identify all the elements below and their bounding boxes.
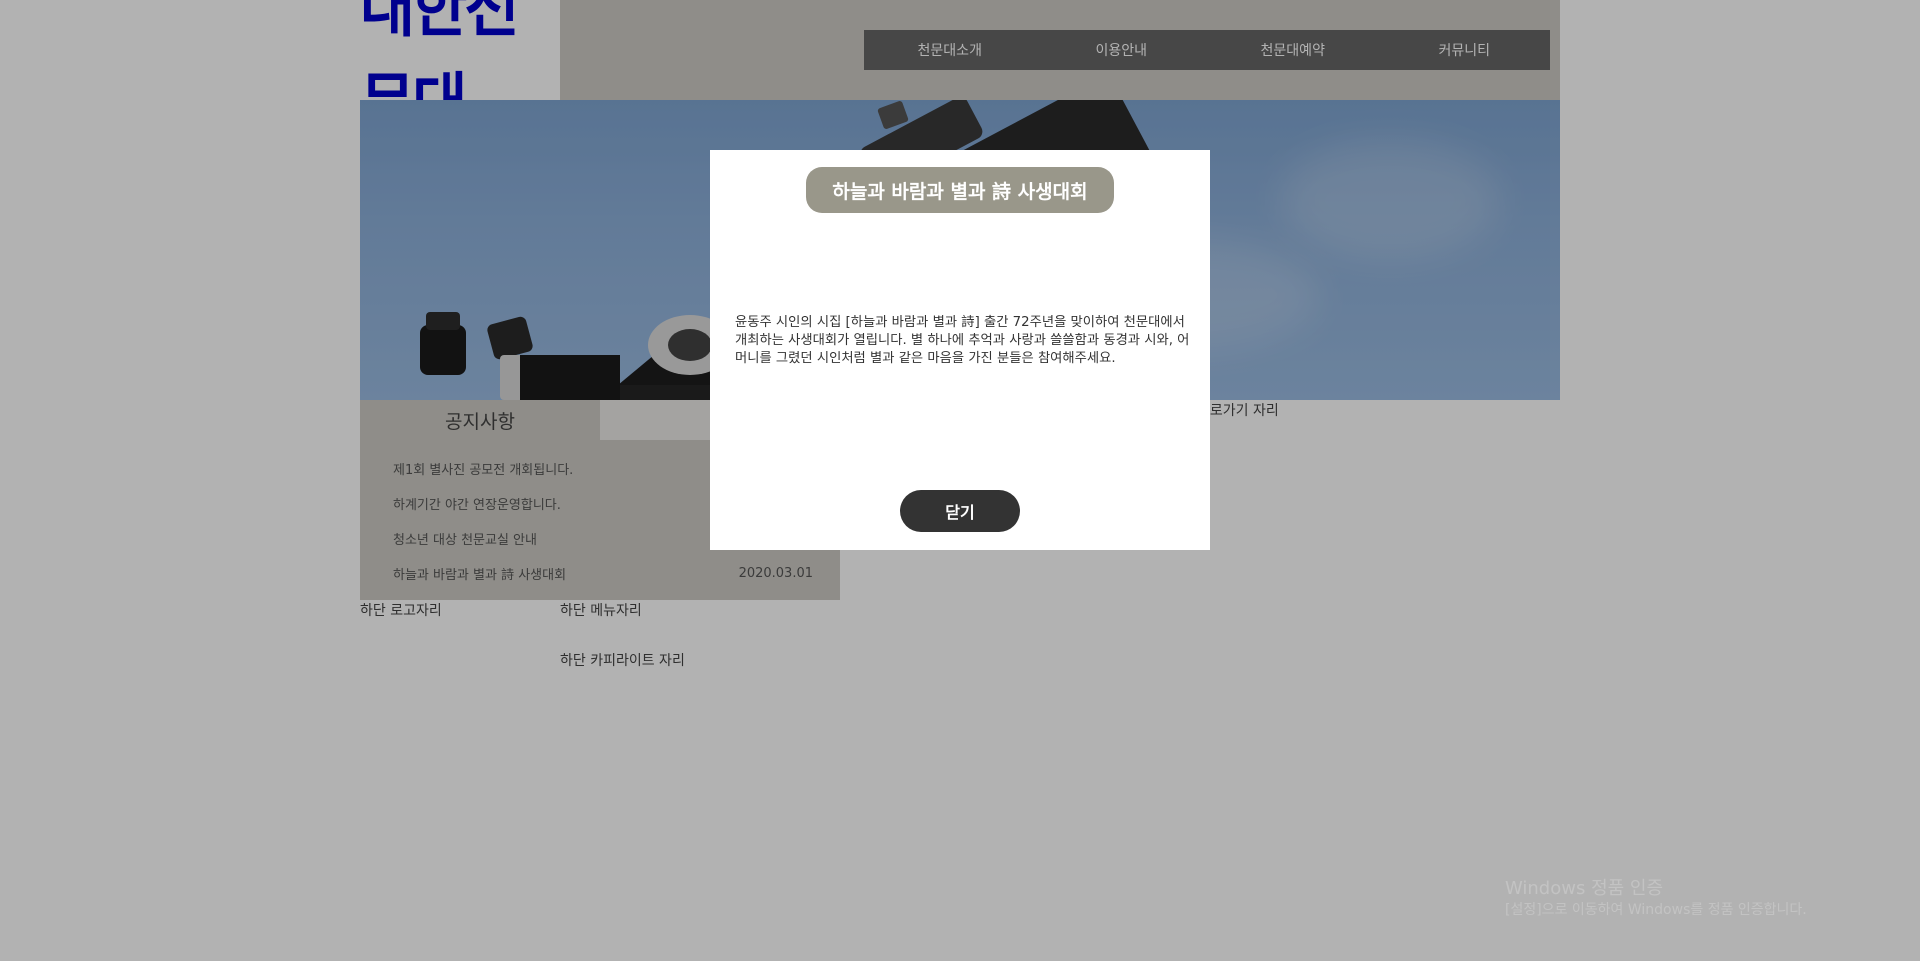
popup-body: 윤동주 시인의 시집 [하늘과 바람과 별과 詩] 출간 72주년을 맞이하여 … (735, 315, 1190, 366)
close-button[interactable]: 닫기 (900, 490, 1020, 532)
windows-activation-subtitle: [설정]으로 이동하여 Windows를 정품 인증합니다. (1505, 902, 1807, 918)
windows-activation-title: Windows 정품 인증 (1505, 878, 1664, 899)
event-popup: 하늘과 바람과 별과 詩 사생대회 윤동주 시인의 시집 [하늘과 바람과 별과… (710, 150, 1210, 550)
popup-title: 하늘과 바람과 별과 詩 사생대회 (806, 167, 1114, 213)
modal-overlay[interactable]: 하늘과 바람과 별과 詩 사생대회 윤동주 시인의 시집 [하늘과 바람과 별과… (0, 0, 1920, 961)
